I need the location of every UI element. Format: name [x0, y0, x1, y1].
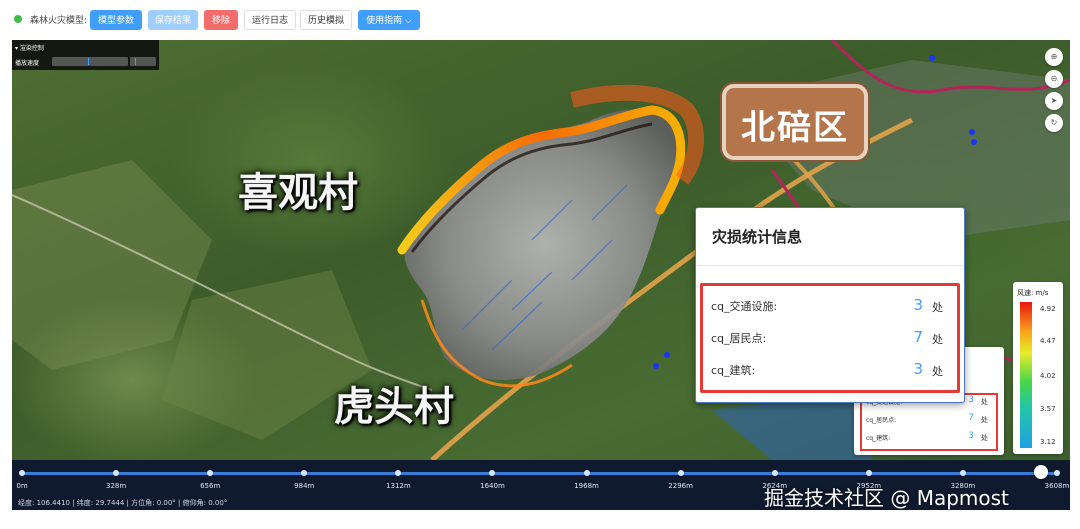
stats-row-value: 3 [968, 395, 974, 405]
district-badge-beibei: 北碚区 [722, 84, 868, 160]
stats-row-name: cq_交通设施: [711, 300, 778, 313]
wind-speed-legend: 风速: m/s 4.92 4.47 4.02 3.57 3.12 [1013, 282, 1063, 454]
timeline-dot[interactable] [677, 470, 684, 476]
map-view[interactable]: 喜观村 虎头村 北碚区 ▾ 渲染控制 播放速度 ⊕ ⊖ ➤ ↻ cq_交通设施:… [12, 40, 1070, 510]
legend-tick: 4.47 [1040, 337, 1056, 345]
damage-stats-panel: 灾损统计信息 cq_交通设施: 3 处 cq_居民点: 7 处 cq_建筑: 3… [695, 207, 965, 403]
timeline-tick-label: 328m [105, 482, 127, 490]
timeline-tick-label: 1312m [386, 482, 411, 490]
coordinate-readout: 经度: 106.4410 | 纬度: 29.7444 | 方位角: 0.00° … [18, 499, 228, 507]
timeline-dot[interactable] [583, 470, 590, 476]
timeline-tick-label: 3608m [1044, 482, 1070, 490]
stats-row: cq_居民点: 7 处 [862, 413, 996, 427]
status-dot-icon [14, 15, 22, 23]
legend-tick: 3.57 [1040, 405, 1056, 413]
stats-row: cq_建筑: 3 处 [703, 360, 957, 380]
model-params-button[interactable]: 模型参数 [90, 10, 142, 30]
timeline-dot[interactable] [959, 470, 966, 476]
timeline-dot[interactable] [19, 470, 25, 476]
timeline-dot[interactable] [1054, 470, 1060, 476]
history-sim-button[interactable]: 历史模拟 [300, 10, 352, 30]
compass-icon[interactable]: ➤ [1045, 92, 1063, 110]
place-label-xiguan: 喜观村 [238, 170, 358, 216]
timeline-dot[interactable] [771, 470, 778, 476]
chevron-down-icon: ⌵ [405, 16, 412, 26]
stats-row-value: 3 [913, 296, 923, 314]
timeline-dot[interactable] [395, 470, 402, 476]
stats-row-unit: 处 [981, 434, 988, 442]
zoom-out-icon[interactable]: ⊖ [1045, 70, 1063, 88]
legend-tick: 4.02 [1040, 372, 1056, 380]
timeline-slider[interactable] [19, 470, 1060, 476]
timeline-tick-label: 656m [200, 482, 221, 490]
stats-row-name: cq_建筑: [866, 435, 891, 442]
timeline-dot[interactable] [113, 470, 120, 476]
save-result-button[interactable]: 保存结果 [148, 10, 198, 30]
district-label: 北碚区 [741, 108, 849, 148]
stats-row-name: cq_建筑: [711, 364, 756, 377]
stats-title: 灾损统计信息 [712, 228, 803, 246]
run-log-button[interactable]: 运行日志 [244, 10, 296, 30]
legend-tick: 3.12 [1040, 438, 1056, 446]
timeline-thumb[interactable] [1034, 465, 1049, 479]
user-guide-button[interactable]: 使用指南 ⌵ [358, 10, 420, 30]
render-control-panel: ▾ 渲染控制 播放速度 [12, 40, 159, 70]
zoom-in-icon[interactable]: ⊕ [1045, 48, 1063, 66]
timeline-dot[interactable] [489, 470, 496, 476]
timeline-tick-label: 984m [294, 482, 315, 490]
stats-row: cq_居民点: 7 处 [703, 328, 957, 348]
stats-highlight-box: cq_交通设施: 3 处 cq_居民点: 7 处 cq_建筑: 3 处 [700, 283, 960, 393]
divider [696, 265, 964, 266]
slider-mark [88, 58, 89, 65]
stats-row-unit: 处 [981, 416, 988, 424]
legend-tick: 4.92 [1040, 305, 1056, 313]
remove-button[interactable]: 移除 [204, 10, 238, 30]
user-guide-label: 使用指南 [366, 16, 403, 26]
stats-row-unit: 处 [932, 365, 943, 378]
legend-title: 风速: m/s [1017, 289, 1049, 297]
timeline-dot[interactable] [207, 470, 214, 476]
timeline-tick-label: 0m [16, 482, 28, 490]
stats-row-name: cq_居民点: [866, 417, 897, 424]
reset-icon[interactable]: ↻ [1045, 114, 1063, 132]
stats-row-value: 7 [968, 413, 974, 423]
slider-mark [135, 58, 136, 65]
toolbar: 森林火灾模型: 模型参数 保存结果 移除 运行日志 历史模拟 使用指南 ⌵ [0, 0, 1080, 40]
stats-row-unit: 处 [981, 398, 988, 406]
timeline-dot[interactable] [865, 470, 872, 476]
timeline-dot[interactable] [301, 470, 308, 476]
legend-color-bar [1020, 302, 1032, 448]
timeline-tick-label: 1640m [480, 482, 505, 490]
stats-row-unit: 处 [932, 333, 943, 346]
timeline-tick-label: 2296m [668, 482, 693, 490]
place-label-hutou: 虎头村 [334, 384, 454, 430]
stats-row-unit: 处 [932, 301, 943, 314]
timeline-tick-label: 1968m [574, 482, 599, 490]
watermark: 掘金技术社区 @ Mapmost [764, 486, 1009, 510]
stats-row-value: 3 [968, 431, 974, 441]
playback-speed-input[interactable] [130, 57, 156, 66]
render-control-title[interactable]: ▾ 渲染控制 [15, 43, 44, 52]
stats-row-value: 3 [913, 360, 923, 378]
stats-row-value: 7 [913, 328, 923, 346]
stats-row-name: cq_居民点: [711, 332, 767, 345]
playback-speed-slider[interactable] [52, 57, 128, 66]
playback-speed-label: 播放速度 [15, 60, 40, 67]
model-label: 森林火灾模型: [30, 16, 88, 26]
stats-row: cq_建筑: 3 处 [862, 431, 996, 445]
stats-row: cq_交通设施: 3 处 [703, 296, 957, 316]
